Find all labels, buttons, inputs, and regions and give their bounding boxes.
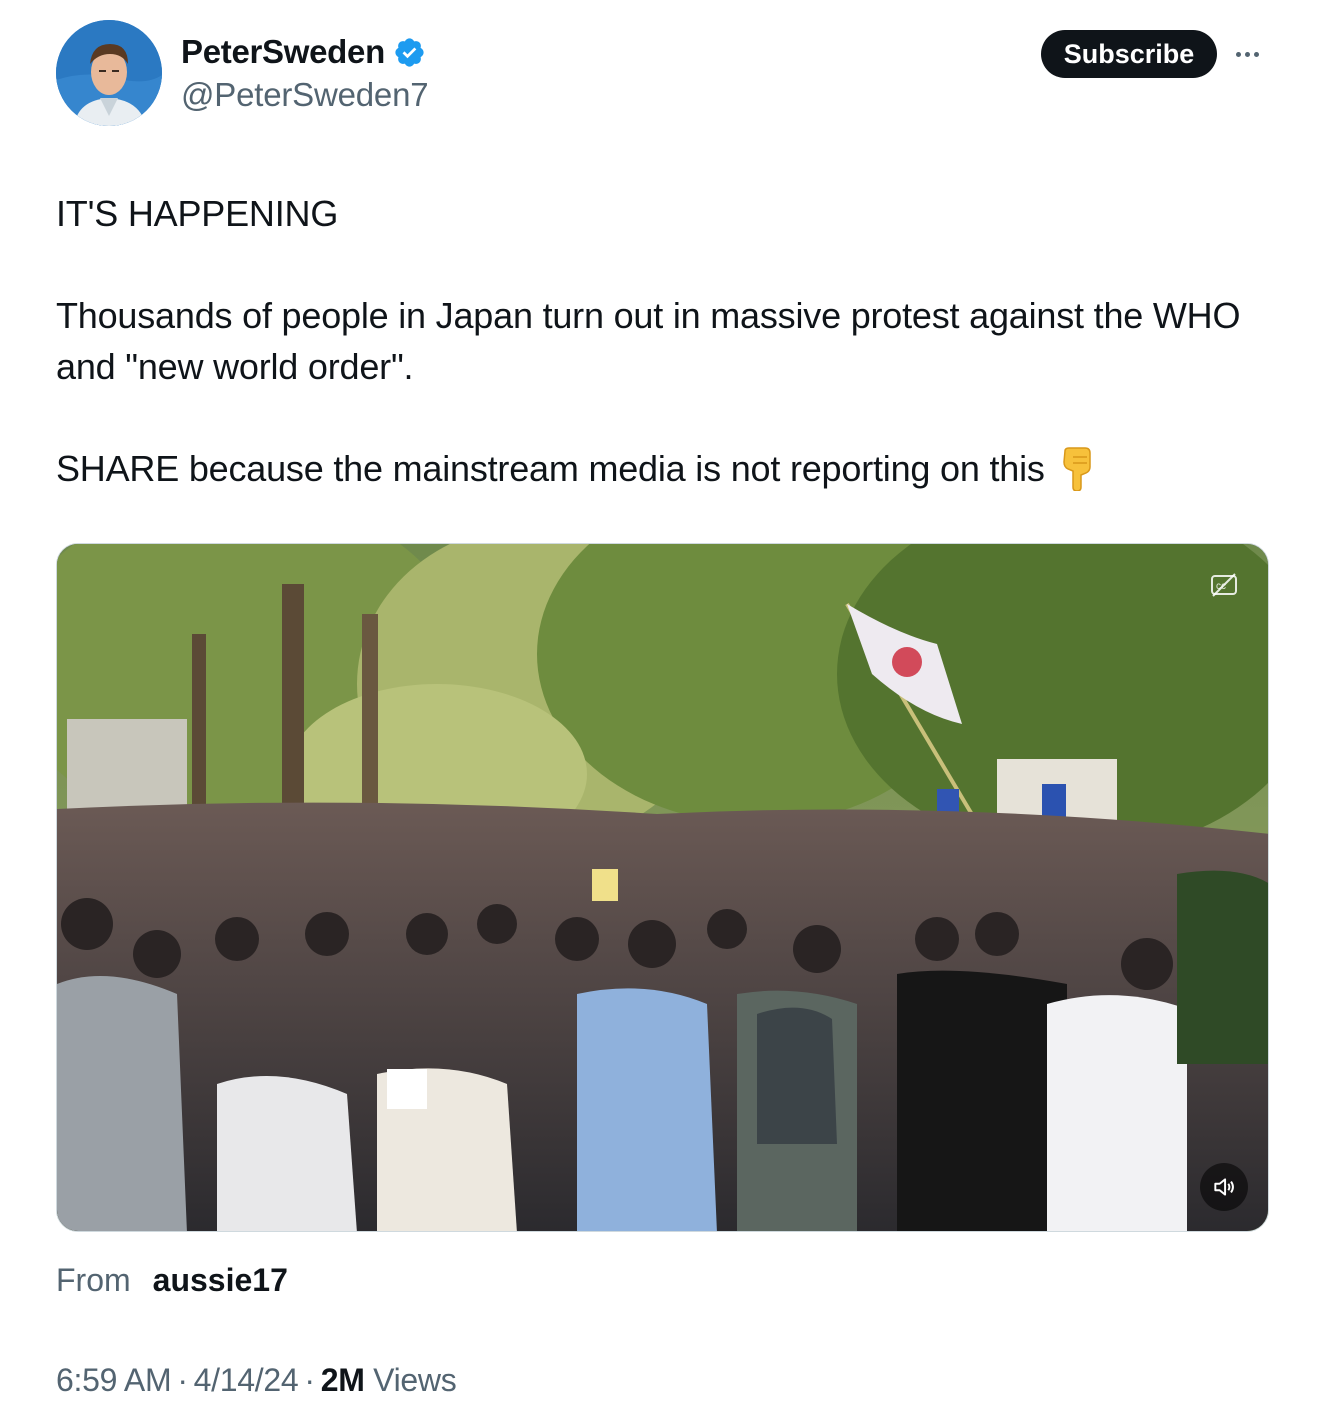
tweet-meta: 6:59 AM · 4/14/24 · 2M Views <box>56 1362 457 1399</box>
tweet-line-share: SHARE because the mainstream media is no… <box>56 443 1271 494</box>
meta-separator: · <box>304 1362 315 1398</box>
tweet-time[interactable]: 6:59 AM <box>56 1362 172 1399</box>
author-name-row: PeterSweden <box>181 33 426 71</box>
display-name[interactable]: PeterSweden <box>181 33 385 71</box>
views-count: 2M <box>320 1362 365 1398</box>
meta-separator: · <box>177 1362 188 1398</box>
tweet-date[interactable]: 4/14/24 <box>194 1362 299 1399</box>
avatar[interactable] <box>56 20 162 126</box>
source-account-link[interactable]: aussie17 <box>153 1262 288 1299</box>
tweet-line-headline: IT'S HAPPENING <box>56 193 339 234</box>
tweet-line-body: Thousands of people in Japan turn out in… <box>56 295 1241 387</box>
tweet-text: IT'S HAPPENING Thousands of people in Ja… <box>56 188 1271 494</box>
video-frame <box>57 544 1268 1231</box>
from-label: From <box>56 1262 131 1298</box>
tweet: PeterSweden @PeterSweden7 Subscribe IT'S… <box>0 0 1325 1422</box>
verified-badge-icon[interactable] <box>393 36 426 69</box>
views-label: Views <box>373 1362 457 1398</box>
backhand-index-pointing-down-emoji <box>1059 447 1095 492</box>
volume-muted-icon[interactable] <box>1200 1163 1248 1211</box>
avatar-image <box>56 20 162 126</box>
subscribe-button[interactable]: Subscribe <box>1041 30 1217 78</box>
tweet-line-share-text: SHARE because the mainstream media is no… <box>56 448 1045 489</box>
closed-captions-off-icon[interactable]: cc <box>1210 572 1238 598</box>
video-player[interactable]: cc <box>56 543 1269 1232</box>
author-handle[interactable]: @PeterSweden7 <box>181 76 429 114</box>
source-attribution: From aussie17 <box>56 1262 288 1299</box>
more-horizontal-icon[interactable] <box>1236 44 1268 64</box>
